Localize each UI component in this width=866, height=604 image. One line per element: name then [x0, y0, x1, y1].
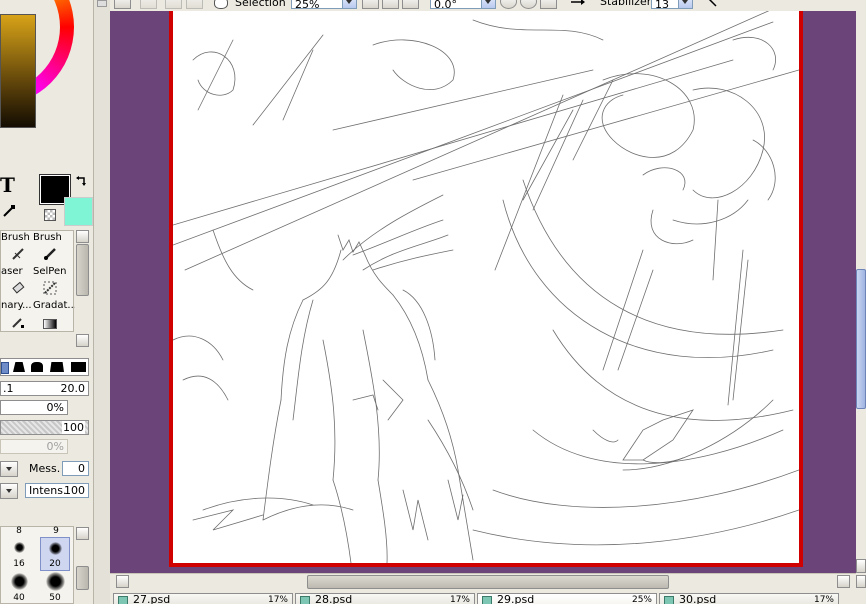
eyedropper-icon[interactable]: [2, 204, 16, 218]
tool-brush[interactable]: Brush: [0, 231, 30, 264]
brush-size-50[interactable]: 50: [41, 571, 69, 604]
pen-icon[interactable]: [706, 0, 720, 8]
scroll-up-icon[interactable]: [76, 527, 89, 540]
tool-selpen[interactable]: SelPen: [31, 265, 66, 298]
brush-size-palette: 8 9 16 20 40 50: [0, 526, 74, 604]
document-icon: [118, 596, 128, 604]
brush-size-field[interactable]: .1 20.0: [0, 381, 89, 396]
paper-dropdown[interactable]: [0, 483, 18, 499]
canvas-horizontal-scrollbar[interactable]: [110, 573, 856, 590]
scroll-thumb[interactable]: [856, 269, 866, 409]
document-icon: [482, 596, 492, 604]
density-slider[interactable]: 100: [0, 420, 89, 435]
gradation-icon: [43, 319, 57, 329]
scroll-right-icon[interactable]: [837, 575, 850, 588]
tool-brush-2[interactable]: Brush: [31, 231, 62, 264]
redo-icon[interactable]: [165, 0, 182, 9]
scroll-thumb[interactable]: [307, 575, 669, 589]
texture-strength-field: 0%: [0, 439, 68, 454]
document-icon: [664, 596, 674, 604]
top-toolbar: Selection 25% 0.0° Stabilizer 13: [110, 0, 866, 11]
tab-document-30[interactable]: 30.psd 17%: [659, 593, 839, 604]
zoom-reset-icon[interactable]: [402, 0, 419, 9]
document-tabs: 27.psd 17% 28.psd 17% 29.psd 25% 30.psd …: [110, 590, 866, 604]
canvas-vertical-scrollbar[interactable]: [856, 11, 866, 573]
selpen-icon: [43, 281, 57, 295]
rotate-left-icon[interactable]: [500, 0, 517, 9]
scroll-down-icon[interactable]: [76, 334, 89, 347]
scroll-left-icon[interactable]: [116, 575, 129, 588]
secondary-color-swatch[interactable]: [64, 197, 93, 226]
deselect-icon[interactable]: [186, 0, 203, 9]
left-tool-panel: T Brush Brush aser SelPen nary... Gradat…: [0, 0, 93, 604]
brush-size-20-selected[interactable]: 20: [40, 537, 70, 571]
tool-binary[interactable]: nary...: [0, 299, 32, 332]
brush-shape-selector[interactable]: [0, 358, 89, 376]
tab-document-29-active[interactable]: 29.psd 25%: [477, 593, 657, 604]
rotation-combo[interactable]: 0.0°: [430, 0, 496, 9]
scroll-right-icon[interactable]: [856, 575, 866, 588]
tab-document-28[interactable]: 28.psd 17%: [295, 593, 475, 604]
tool-eraser[interactable]: aser: [0, 265, 29, 298]
zoom-combo[interactable]: 25%: [291, 0, 357, 9]
swap-colors-icon[interactable]: [74, 175, 88, 189]
tool-gradation[interactable]: Gradat...: [31, 299, 77, 332]
transparent-color-icon[interactable]: [44, 209, 56, 221]
scroll-thumb[interactable]: [76, 566, 89, 590]
tab-document-27[interactable]: 27.psd 17%: [113, 593, 293, 604]
tool-grid-scrollbar[interactable]: [75, 230, 90, 347]
scroll-down-icon[interactable]: [856, 559, 866, 573]
eye-icon: [214, 0, 228, 9]
stabilizer-combo[interactable]: 13: [651, 0, 693, 9]
flip-horizontal-icon[interactable]: [570, 0, 586, 9]
zoom-in-icon[interactable]: [382, 0, 399, 9]
intens-field[interactable]: Intens. 100: [25, 483, 89, 498]
mess-field[interactable]: 0: [62, 461, 89, 476]
stabilizer-label: Stabilizer: [600, 0, 652, 8]
min-size-field[interactable]: 0%: [0, 400, 68, 415]
zoom-out-icon[interactable]: [362, 0, 379, 9]
binary-pen-icon: [11, 315, 25, 329]
brush-icon: [11, 247, 25, 261]
brush-size-40[interactable]: 40: [5, 571, 33, 604]
mess-label: Mess.: [29, 462, 61, 475]
tool-grid: Brush Brush aser SelPen nary... Gradat..…: [0, 230, 77, 332]
text-tool-icon[interactable]: T: [0, 173, 15, 197]
rotate-reset-icon[interactable]: [540, 0, 557, 9]
panel-splitter[interactable]: [93, 0, 110, 604]
eraser-icon: [11, 281, 25, 295]
sketch-linework: [173, 11, 799, 563]
brush-size-scrollbar[interactable]: [75, 526, 90, 604]
canvas-viewport[interactable]: [110, 11, 856, 573]
brush-icon: [43, 247, 57, 261]
brush-size-16[interactable]: 16: [5, 537, 33, 571]
drawing-canvas[interactable]: [169, 11, 803, 567]
texture-dropdown[interactable]: [0, 461, 18, 477]
scrollbar-corner: [856, 573, 866, 590]
undo-icon[interactable]: [140, 0, 157, 9]
scroll-up-icon[interactable]: [76, 230, 89, 243]
document-icon: [300, 596, 310, 604]
rotate-right-icon[interactable]: [520, 0, 537, 9]
save-icon[interactable]: [114, 0, 131, 9]
scroll-thumb[interactable]: [76, 244, 89, 296]
color-saturation-square[interactable]: [0, 14, 36, 128]
